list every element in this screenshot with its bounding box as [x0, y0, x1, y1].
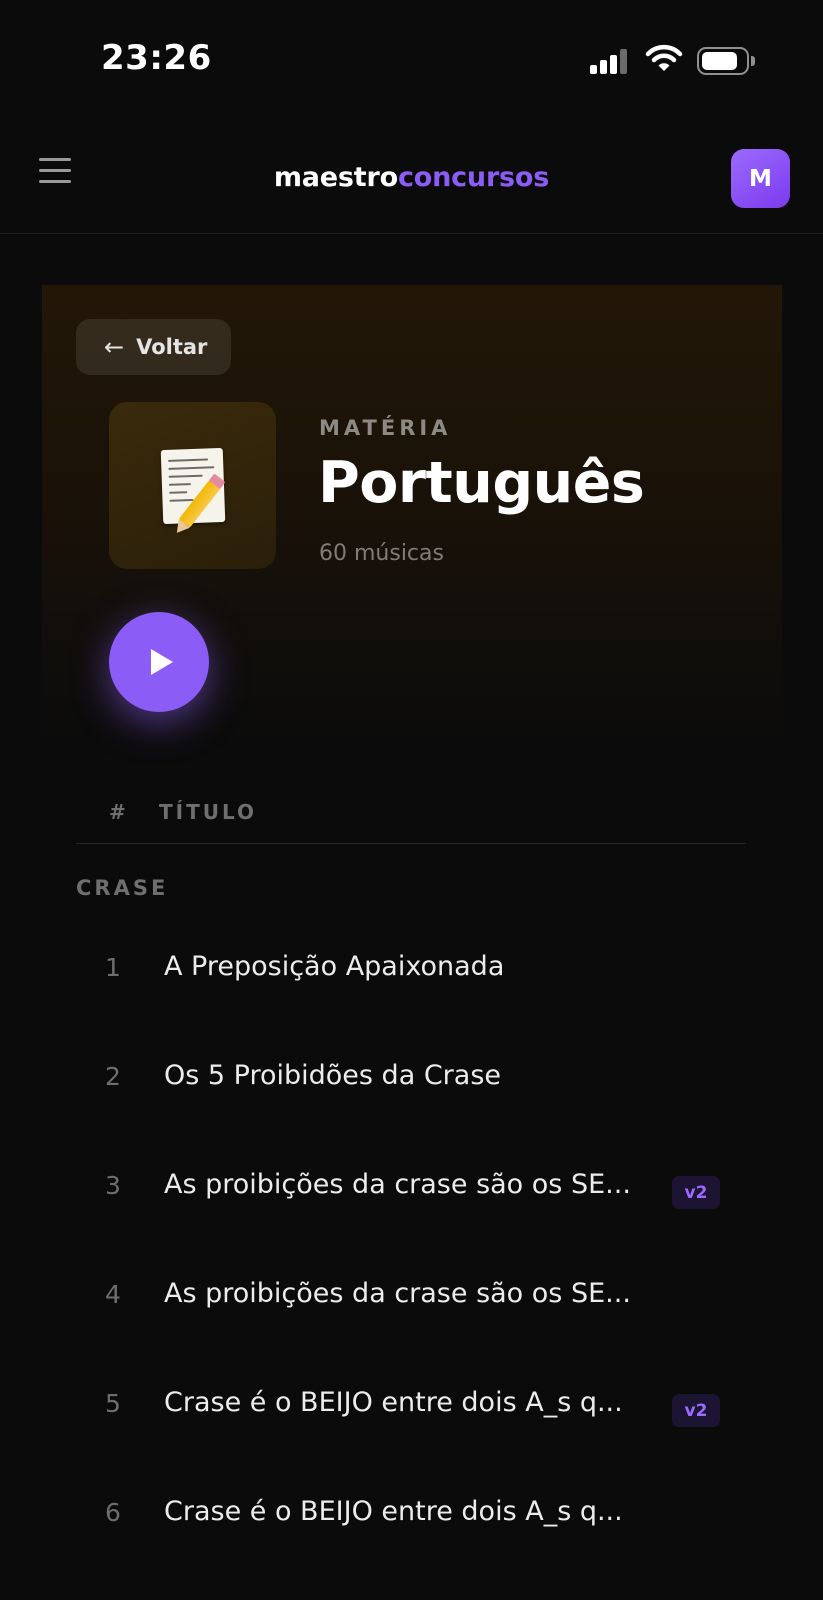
track-number: 5	[105, 1389, 121, 1418]
logo-text-maestro: maestro	[273, 162, 398, 193]
track-title: Crase é o BEIJO entre dois A_s q...	[164, 1496, 623, 1527]
track-number: 2	[105, 1062, 121, 1091]
track-title: As proibições da crase são os SE...	[164, 1278, 631, 1309]
subject-cover	[109, 402, 276, 569]
wifi-icon	[645, 44, 683, 74]
subject-kicker: MATÉRIA	[319, 416, 452, 440]
track-row[interactable]: 5 Crase é o BEIJO entre dois A_s q... v2	[76, 1356, 746, 1465]
track-title: As proibições da crase são os SE...	[164, 1169, 631, 1200]
track-title: A Preposição Apaixonada	[164, 951, 505, 982]
status-time: 23:26	[101, 38, 212, 78]
arrow-left-icon: ←	[104, 333, 125, 361]
app-logo[interactable]: maestroconcursos	[0, 162, 823, 193]
track-table-header: # TÍTULO	[76, 788, 746, 844]
app-header: maestroconcursos M	[0, 120, 823, 234]
track-number: 4	[105, 1280, 121, 1309]
track-row[interactable]: 4 As proibições da crase são os SE...	[76, 1247, 746, 1356]
track-number: 6	[105, 1498, 121, 1527]
track-row[interactable]: 1 A Preposição Apaixonada	[76, 920, 746, 1029]
track-row[interactable]: 6 Crase é o BEIJO entre dois A_s q...	[76, 1465, 746, 1574]
back-button[interactable]: ← Voltar	[76, 319, 231, 375]
song-count: 60 músicas	[319, 541, 444, 566]
back-button-label: Voltar	[136, 335, 208, 359]
play-icon	[151, 649, 173, 675]
version-badge: v2	[672, 1176, 720, 1209]
column-header-number: #	[109, 800, 126, 824]
track-title: Crase é o BEIJO entre dois A_s q...	[164, 1387, 623, 1418]
section-label: CRASE	[76, 876, 169, 900]
logo-text-concursos: concursos	[397, 162, 550, 193]
column-header-title: TÍTULO	[159, 800, 257, 824]
user-avatar[interactable]: M	[731, 149, 790, 208]
play-all-button[interactable]	[109, 612, 209, 712]
battery-icon	[697, 47, 755, 75]
version-badge: v2	[672, 1394, 720, 1427]
track-row[interactable]: 3 As proibições da crase são os SE... v2	[76, 1138, 746, 1247]
track-number: 3	[105, 1171, 121, 1200]
memo-icon	[160, 447, 225, 528]
subject-hero: ← Voltar MATÉRIA Português 60 músicas	[42, 285, 782, 745]
page-title: Português	[318, 450, 645, 516]
track-number: 1	[105, 953, 121, 982]
track-list: 1 A Preposição Apaixonada 2 Os 5 Proibid…	[76, 920, 746, 1574]
track-row[interactable]: 2 Os 5 Proibidões da Crase	[76, 1029, 746, 1138]
track-title: Os 5 Proibidões da Crase	[164, 1060, 501, 1091]
cellular-signal-icon	[590, 48, 630, 74]
status-bar: 23:26	[0, 0, 823, 120]
